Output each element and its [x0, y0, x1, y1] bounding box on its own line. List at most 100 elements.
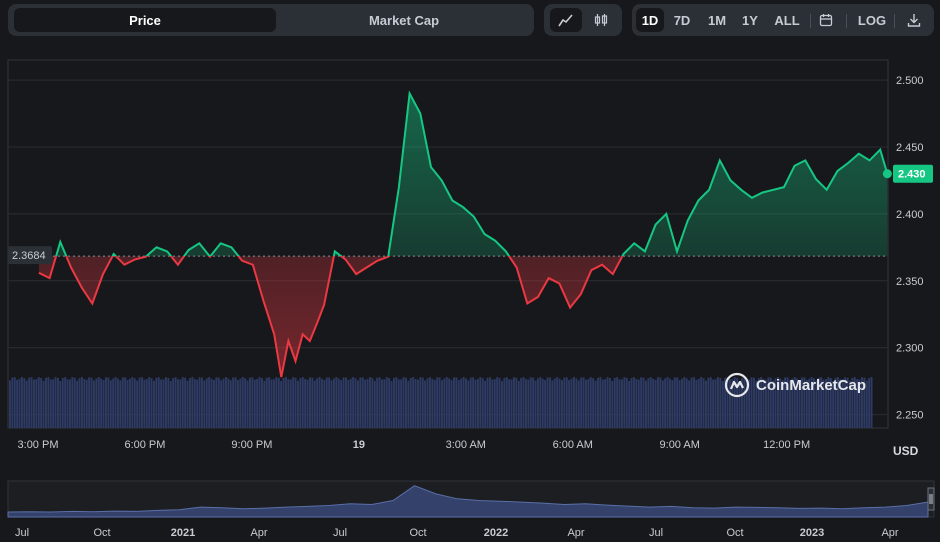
- volume-bar: [508, 379, 511, 428]
- volume-bar: [328, 377, 331, 428]
- volume-bar: [333, 378, 335, 428]
- volume-bar: [568, 380, 571, 428]
- volume-bar: [9, 380, 11, 428]
- navigator-label: Jul: [15, 527, 29, 539]
- volume-bar: [40, 378, 43, 428]
- volume-bar: [527, 379, 530, 428]
- volume-bar: [673, 377, 676, 428]
- volume-bar: [124, 377, 127, 428]
- volume-bar: [625, 377, 628, 428]
- y-tick-label: 2.250: [896, 410, 924, 422]
- volume-bar: [652, 378, 655, 428]
- volume-bar: [676, 377, 679, 428]
- volume-bar: [285, 377, 287, 428]
- volume-bar: [534, 380, 537, 428]
- log-scale-button[interactable]: LOG: [854, 8, 890, 32]
- volume-bar: [263, 380, 266, 428]
- volume-bar: [623, 377, 626, 428]
- volume-bar: [693, 377, 695, 428]
- tab-market-cap[interactable]: Market Cap: [280, 8, 528, 32]
- volume-bar: [700, 377, 703, 428]
- volume-bar: [232, 377, 235, 428]
- volume-bar: [546, 377, 549, 428]
- timeframe-1m[interactable]: 1M: [702, 8, 732, 32]
- baseline-label: 2.3684: [8, 246, 52, 265]
- tab-price[interactable]: Price: [14, 8, 276, 32]
- download-button[interactable]: [904, 10, 924, 30]
- volume-bar: [81, 377, 83, 428]
- timeframe-1d[interactable]: 1D: [636, 8, 664, 32]
- volume-bar: [628, 380, 631, 428]
- volume-bar: [525, 379, 527, 428]
- price-chart[interactable]: 2.500 2.450 2.400 2.350 2.300 2.250 3:00 PM 6:…: [0, 58, 940, 468]
- timeframe-all[interactable]: ALL: [770, 8, 804, 32]
- volume-bar: [664, 378, 667, 428]
- volume-bar: [112, 378, 115, 428]
- volume-bar: [157, 377, 160, 428]
- volume-bar: [25, 380, 28, 428]
- volume-bar: [642, 377, 645, 428]
- volume-bar: [234, 377, 237, 428]
- volume-bar: [253, 379, 256, 428]
- volume-bar: [558, 378, 561, 428]
- volume-bar: [16, 379, 19, 428]
- volume-bar: [712, 379, 715, 428]
- navigator-label: Apr: [250, 527, 267, 539]
- watermark: CoinMarketCap: [724, 372, 866, 398]
- volume-bar: [301, 377, 304, 428]
- volume-bar: [102, 380, 105, 428]
- calendar-button[interactable]: [816, 10, 836, 30]
- volume-bar: [289, 379, 292, 428]
- volume-bar: [702, 378, 705, 428]
- navigator-label: Jul: [649, 527, 663, 539]
- timeframe-1y[interactable]: 1Y: [736, 8, 764, 32]
- volume-bar: [582, 377, 585, 428]
- volume-bar: [316, 378, 319, 428]
- volume-bar: [421, 377, 424, 428]
- volume-bar: [529, 377, 532, 428]
- volume-bar: [599, 377, 602, 428]
- volume-bar: [297, 380, 299, 428]
- volume-bar: [414, 378, 417, 428]
- volume-bar: [323, 379, 326, 428]
- volume-bar: [69, 379, 71, 428]
- volume-bar: [570, 378, 573, 428]
- volume-bar: [455, 377, 458, 428]
- volume-bar: [174, 377, 177, 428]
- volume-bar: [23, 378, 26, 428]
- volume-bar: [561, 380, 563, 428]
- volume-bar: [556, 377, 559, 428]
- volume-bar: [57, 377, 59, 428]
- navigator-handle[interactable]: [927, 487, 935, 511]
- volume-bar: [325, 377, 328, 428]
- volume-bar: [441, 380, 443, 428]
- volume-bar: [220, 380, 223, 428]
- candlestick-button[interactable]: [586, 8, 616, 32]
- volume-bar: [136, 380, 139, 428]
- volume-bar: [208, 377, 211, 428]
- volume-bar: [169, 381, 172, 428]
- volume-bar: [179, 379, 182, 428]
- volume-bar: [268, 377, 271, 428]
- volume-bar: [633, 377, 635, 428]
- volume-bar: [347, 380, 350, 428]
- baseline-label-text: 2.3684: [12, 250, 46, 262]
- volume-bar: [553, 378, 556, 428]
- volume-bar: [143, 379, 146, 428]
- timeframe-7d[interactable]: 7D: [668, 8, 696, 32]
- volume-bar: [383, 379, 386, 428]
- volume-bar: [45, 377, 47, 428]
- volume-bar: [654, 379, 657, 428]
- timeframe-toolbar: 1D 7D 1M 1Y ALL LOG: [632, 4, 934, 36]
- volume-bar: [505, 377, 508, 428]
- x-tick-label: 3:00 PM: [18, 439, 59, 451]
- range-navigator[interactable]: Jul Oct 2021 Apr Jul Oct 2022 Apr Jul Oct 2023 Apr: [0, 478, 940, 542]
- volume-bar: [395, 377, 398, 428]
- price-marketcap-toggle: Price Market Cap: [8, 4, 534, 36]
- volume-bar: [690, 377, 693, 428]
- volume-bar: [97, 377, 100, 428]
- volume-bar: [601, 379, 604, 428]
- volume-bar: [258, 377, 261, 428]
- x-tick-label: 19: [353, 439, 365, 451]
- line-chart-button[interactable]: [550, 8, 582, 32]
